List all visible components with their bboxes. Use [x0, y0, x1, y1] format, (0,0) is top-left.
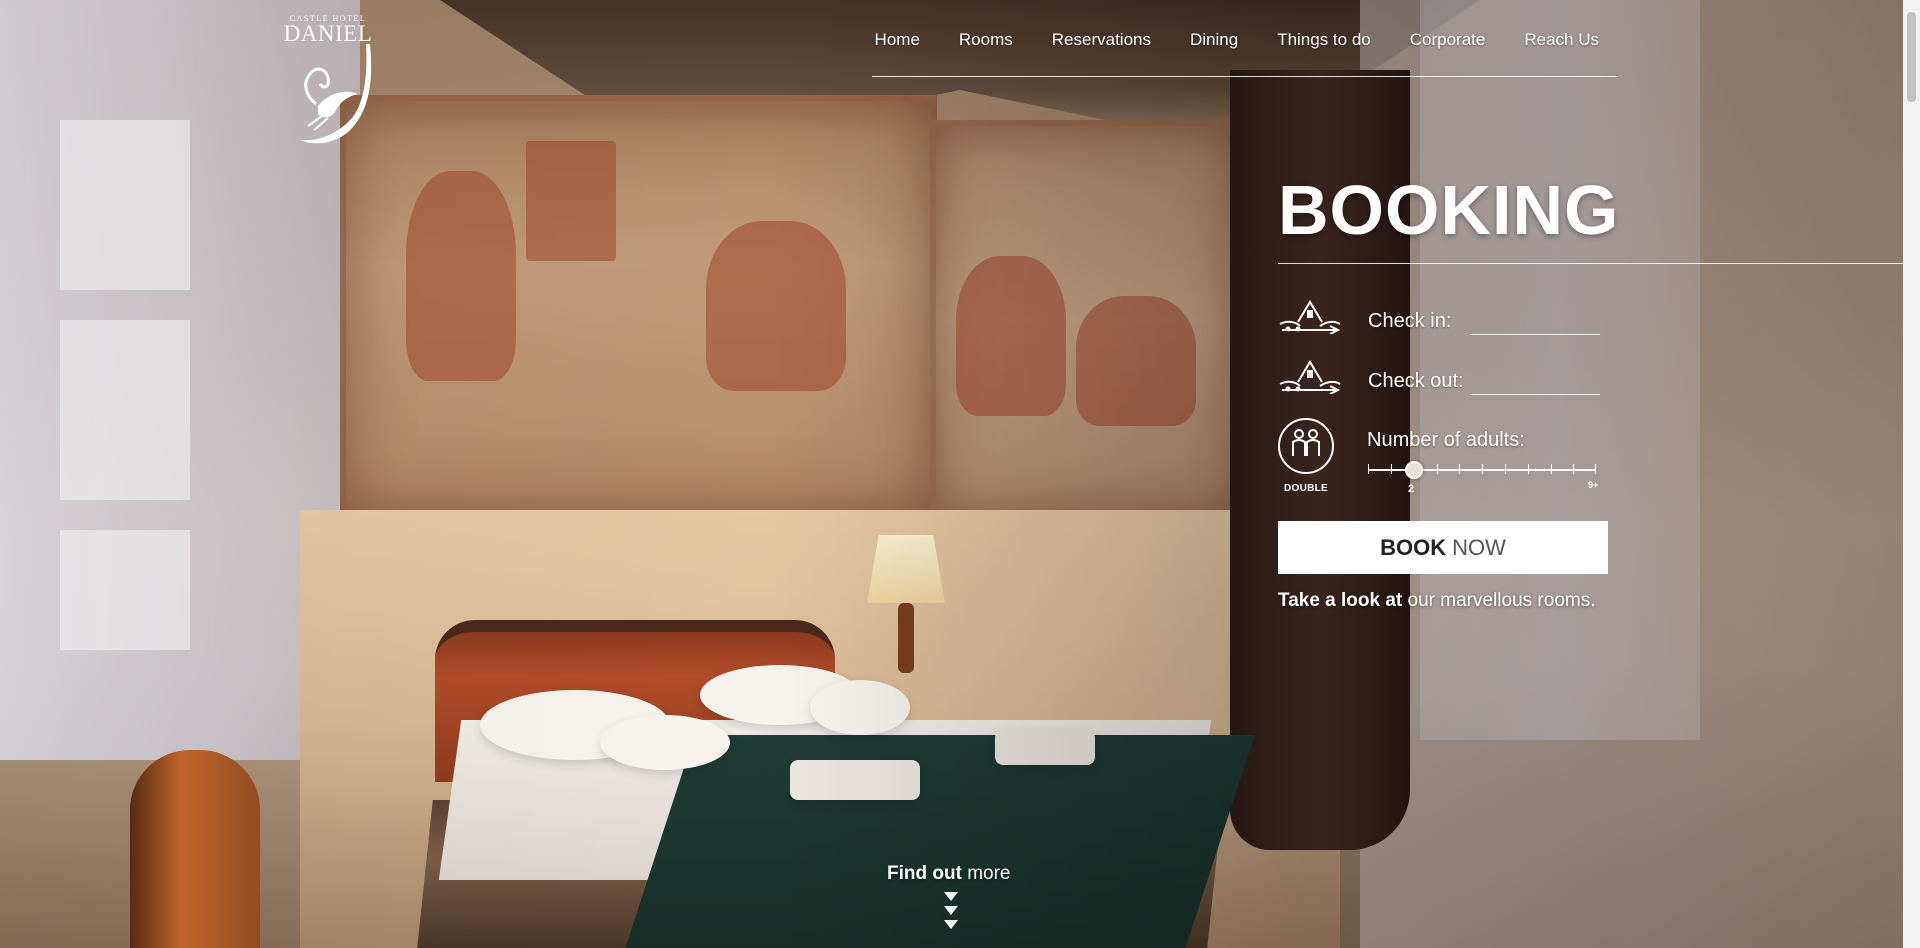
rooms-teaser[interactable]: Take a look at our marvellous rooms.	[1278, 590, 1596, 612]
find-out-rest: more	[967, 863, 1011, 884]
checkin-row: Check in:	[1278, 296, 1638, 346]
nav-rooms[interactable]: Rooms	[939, 22, 1032, 50]
adults-max: 9+	[1588, 480, 1599, 490]
swan-crest-icon	[300, 44, 372, 144]
checkout-label: Check out:	[1368, 370, 1464, 392]
find-out-bold: Find out	[887, 863, 962, 884]
find-out-more-link[interactable]: Find out more	[887, 863, 1011, 885]
adults-icon-caption: DOUBLE	[1283, 483, 1329, 494]
page-scrollbar[interactable]	[1903, 0, 1920, 948]
book-now-bold: BOOK	[1380, 534, 1447, 560]
booking-title: BOOKING	[1278, 171, 1620, 249]
checkout-input[interactable]	[1470, 370, 1600, 395]
house-arrow-out-icon	[1279, 360, 1341, 394]
adults-value: 2	[1408, 483, 1415, 495]
house-arrow-in-icon	[1279, 300, 1341, 334]
book-now-button[interactable]: BOOK NOW	[1278, 521, 1608, 574]
booking-divider	[1278, 263, 1920, 264]
nav-dining[interactable]: Dining	[1170, 22, 1257, 50]
logo-name: DANIEL	[283, 21, 373, 46]
adults-slider[interactable]	[1368, 461, 1596, 482]
two-people-icon	[1278, 418, 1334, 474]
nav-corporate[interactable]: Corporate	[1390, 22, 1505, 50]
adults-label: Number of adults:	[1367, 429, 1525, 451]
checkin-label: Check in:	[1368, 310, 1452, 332]
checkin-input[interactable]	[1470, 310, 1600, 335]
checkout-row: Check out:	[1278, 356, 1638, 406]
nav-home[interactable]: Home	[855, 22, 939, 50]
book-now-light: NOW	[1452, 534, 1506, 560]
main-nav: Home Rooms Reservations Dining Things to…	[872, 22, 1618, 77]
nav-reach-us[interactable]: Reach Us	[1504, 22, 1618, 50]
scroll-down-icon[interactable]	[943, 892, 959, 932]
nav-reservations[interactable]: Reservations	[1032, 22, 1170, 50]
adults-slider-handle[interactable]	[1405, 461, 1423, 479]
rooms-teaser-rest: our marvellous rooms.	[1407, 590, 1596, 611]
hotel-logo[interactable]: CASTLE HOTEL DANIEL	[278, 14, 396, 150]
scrollbar-thumb[interactable]	[1907, 12, 1916, 102]
nav-things-to-do[interactable]: Things to do	[1257, 22, 1390, 50]
rooms-teaser-bold: Take a look at	[1278, 590, 1403, 611]
